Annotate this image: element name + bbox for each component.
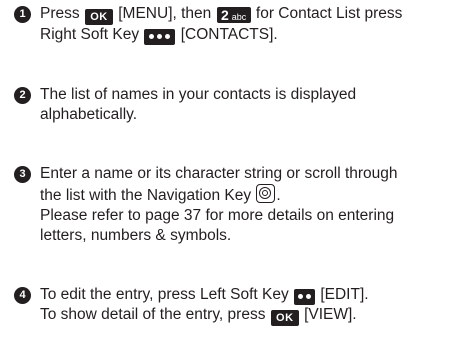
step-text-segment: . xyxy=(276,187,281,204)
step-text-segment: for Contact List press xyxy=(255,5,403,22)
step-text: Enter a name or its character string or … xyxy=(40,164,460,246)
step-text: The list of names in your contacts is di… xyxy=(40,85,460,125)
step-line: Right Soft Key [CONTACTS]. xyxy=(40,25,460,45)
step-line: To show detail of the entry, press OK [V… xyxy=(40,305,460,326)
step-line: To edit the entry, press Left Soft Key [… xyxy=(40,285,460,305)
step-text-segment: [EDIT]. xyxy=(320,286,369,303)
key-letters: abc xyxy=(231,12,247,22)
step-3: 3 Enter a name or its character string o… xyxy=(14,164,460,246)
step-text-segment: [CONTACTS]. xyxy=(180,26,278,43)
step-text: Press OK [MENU], then 2 abc for Contact L… xyxy=(40,4,460,45)
step-line: Enter a name or its character string or … xyxy=(40,165,398,182)
step-line: The list of names in your contacts is di… xyxy=(40,86,357,103)
step-number: 3 xyxy=(14,166,31,183)
three-dot-soft-key-icon xyxy=(144,29,176,45)
navigation-key-icon xyxy=(256,184,276,203)
step-4: 4 To edit the entry, press Left Soft Key… xyxy=(14,285,460,326)
step-text-segment: To edit the entry, press Left Soft Key xyxy=(40,286,289,303)
step-number: 2 xyxy=(14,87,31,104)
step-line: the list with the Navigation Key . xyxy=(40,184,460,206)
two-abc-key-icon: 2 abc xyxy=(216,7,251,23)
instruction-page: 1 Press OK [MENU], then 2 abc for Contact… xyxy=(0,0,465,337)
step-2: 2 The list of names in your contacts is … xyxy=(14,85,460,125)
step-text-segment: Right Soft Key xyxy=(40,26,140,43)
step-line: letters, numbers & symbols. xyxy=(40,227,232,244)
key-digit: 2 xyxy=(220,7,229,23)
step-number: 4 xyxy=(14,287,31,304)
step-text-segment: the list with the Navigation Key xyxy=(40,187,252,204)
step-text-segment: [VIEW]. xyxy=(304,306,357,323)
step-line: Please refer to page 37 for more details… xyxy=(40,207,395,224)
step-number: 1 xyxy=(14,6,31,23)
step-text: To edit the entry, press Left Soft Key [… xyxy=(40,285,460,326)
two-dot-soft-key-icon xyxy=(294,289,316,305)
step-line: Press OK [MENU], then 2 abc for Contact L… xyxy=(40,4,460,25)
step-text-segment: Press xyxy=(40,5,80,22)
step-text-segment: To show detail of the entry, press xyxy=(40,306,266,323)
step-1: 1 Press OK [MENU], then 2 abc for Contact… xyxy=(14,4,460,45)
step-text-segment: [MENU], then xyxy=(118,5,212,22)
ok-key-icon: OK xyxy=(270,310,299,326)
step-line: alphabetically. xyxy=(40,106,138,123)
ok-key-icon: OK xyxy=(84,9,113,25)
